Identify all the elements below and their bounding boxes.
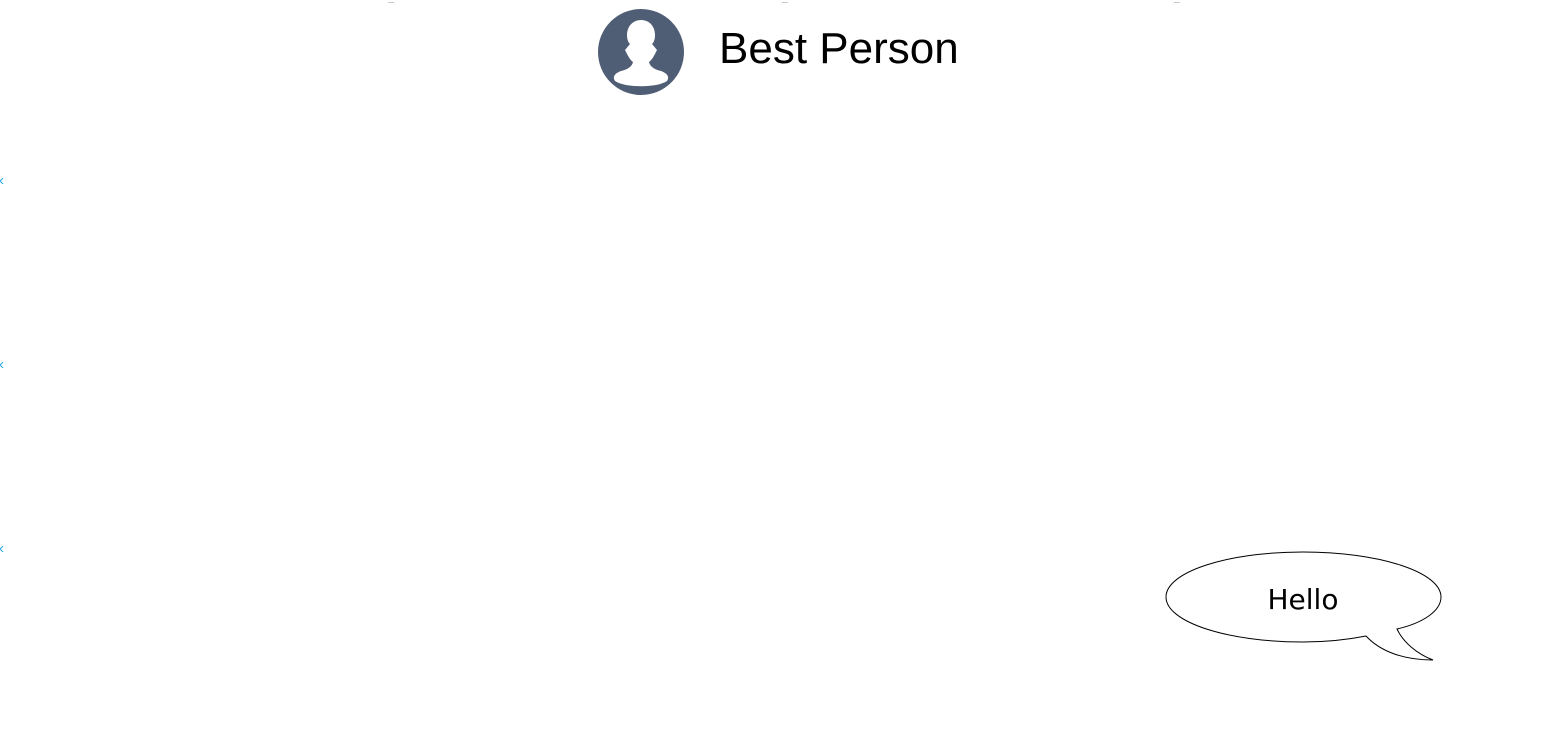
left-edge-arrow-icon — [0, 178, 4, 184]
left-edge-arrow-icon — [0, 362, 4, 368]
contact-name: Best Person — [719, 24, 959, 73]
top-edge-mark — [388, 0, 394, 3]
message-bubble[interactable]: Hello — [1163, 550, 1445, 664]
left-edge-arrow-icon — [0, 546, 4, 552]
message-text: Hello — [1267, 583, 1339, 616]
chat-screen: Best Person Hello — [0, 0, 1567, 732]
user-avatar-icon[interactable] — [597, 8, 685, 96]
chat-header: Best Person — [597, 8, 959, 96]
top-edge-mark — [1174, 0, 1180, 3]
top-edge-mark — [782, 0, 788, 3]
